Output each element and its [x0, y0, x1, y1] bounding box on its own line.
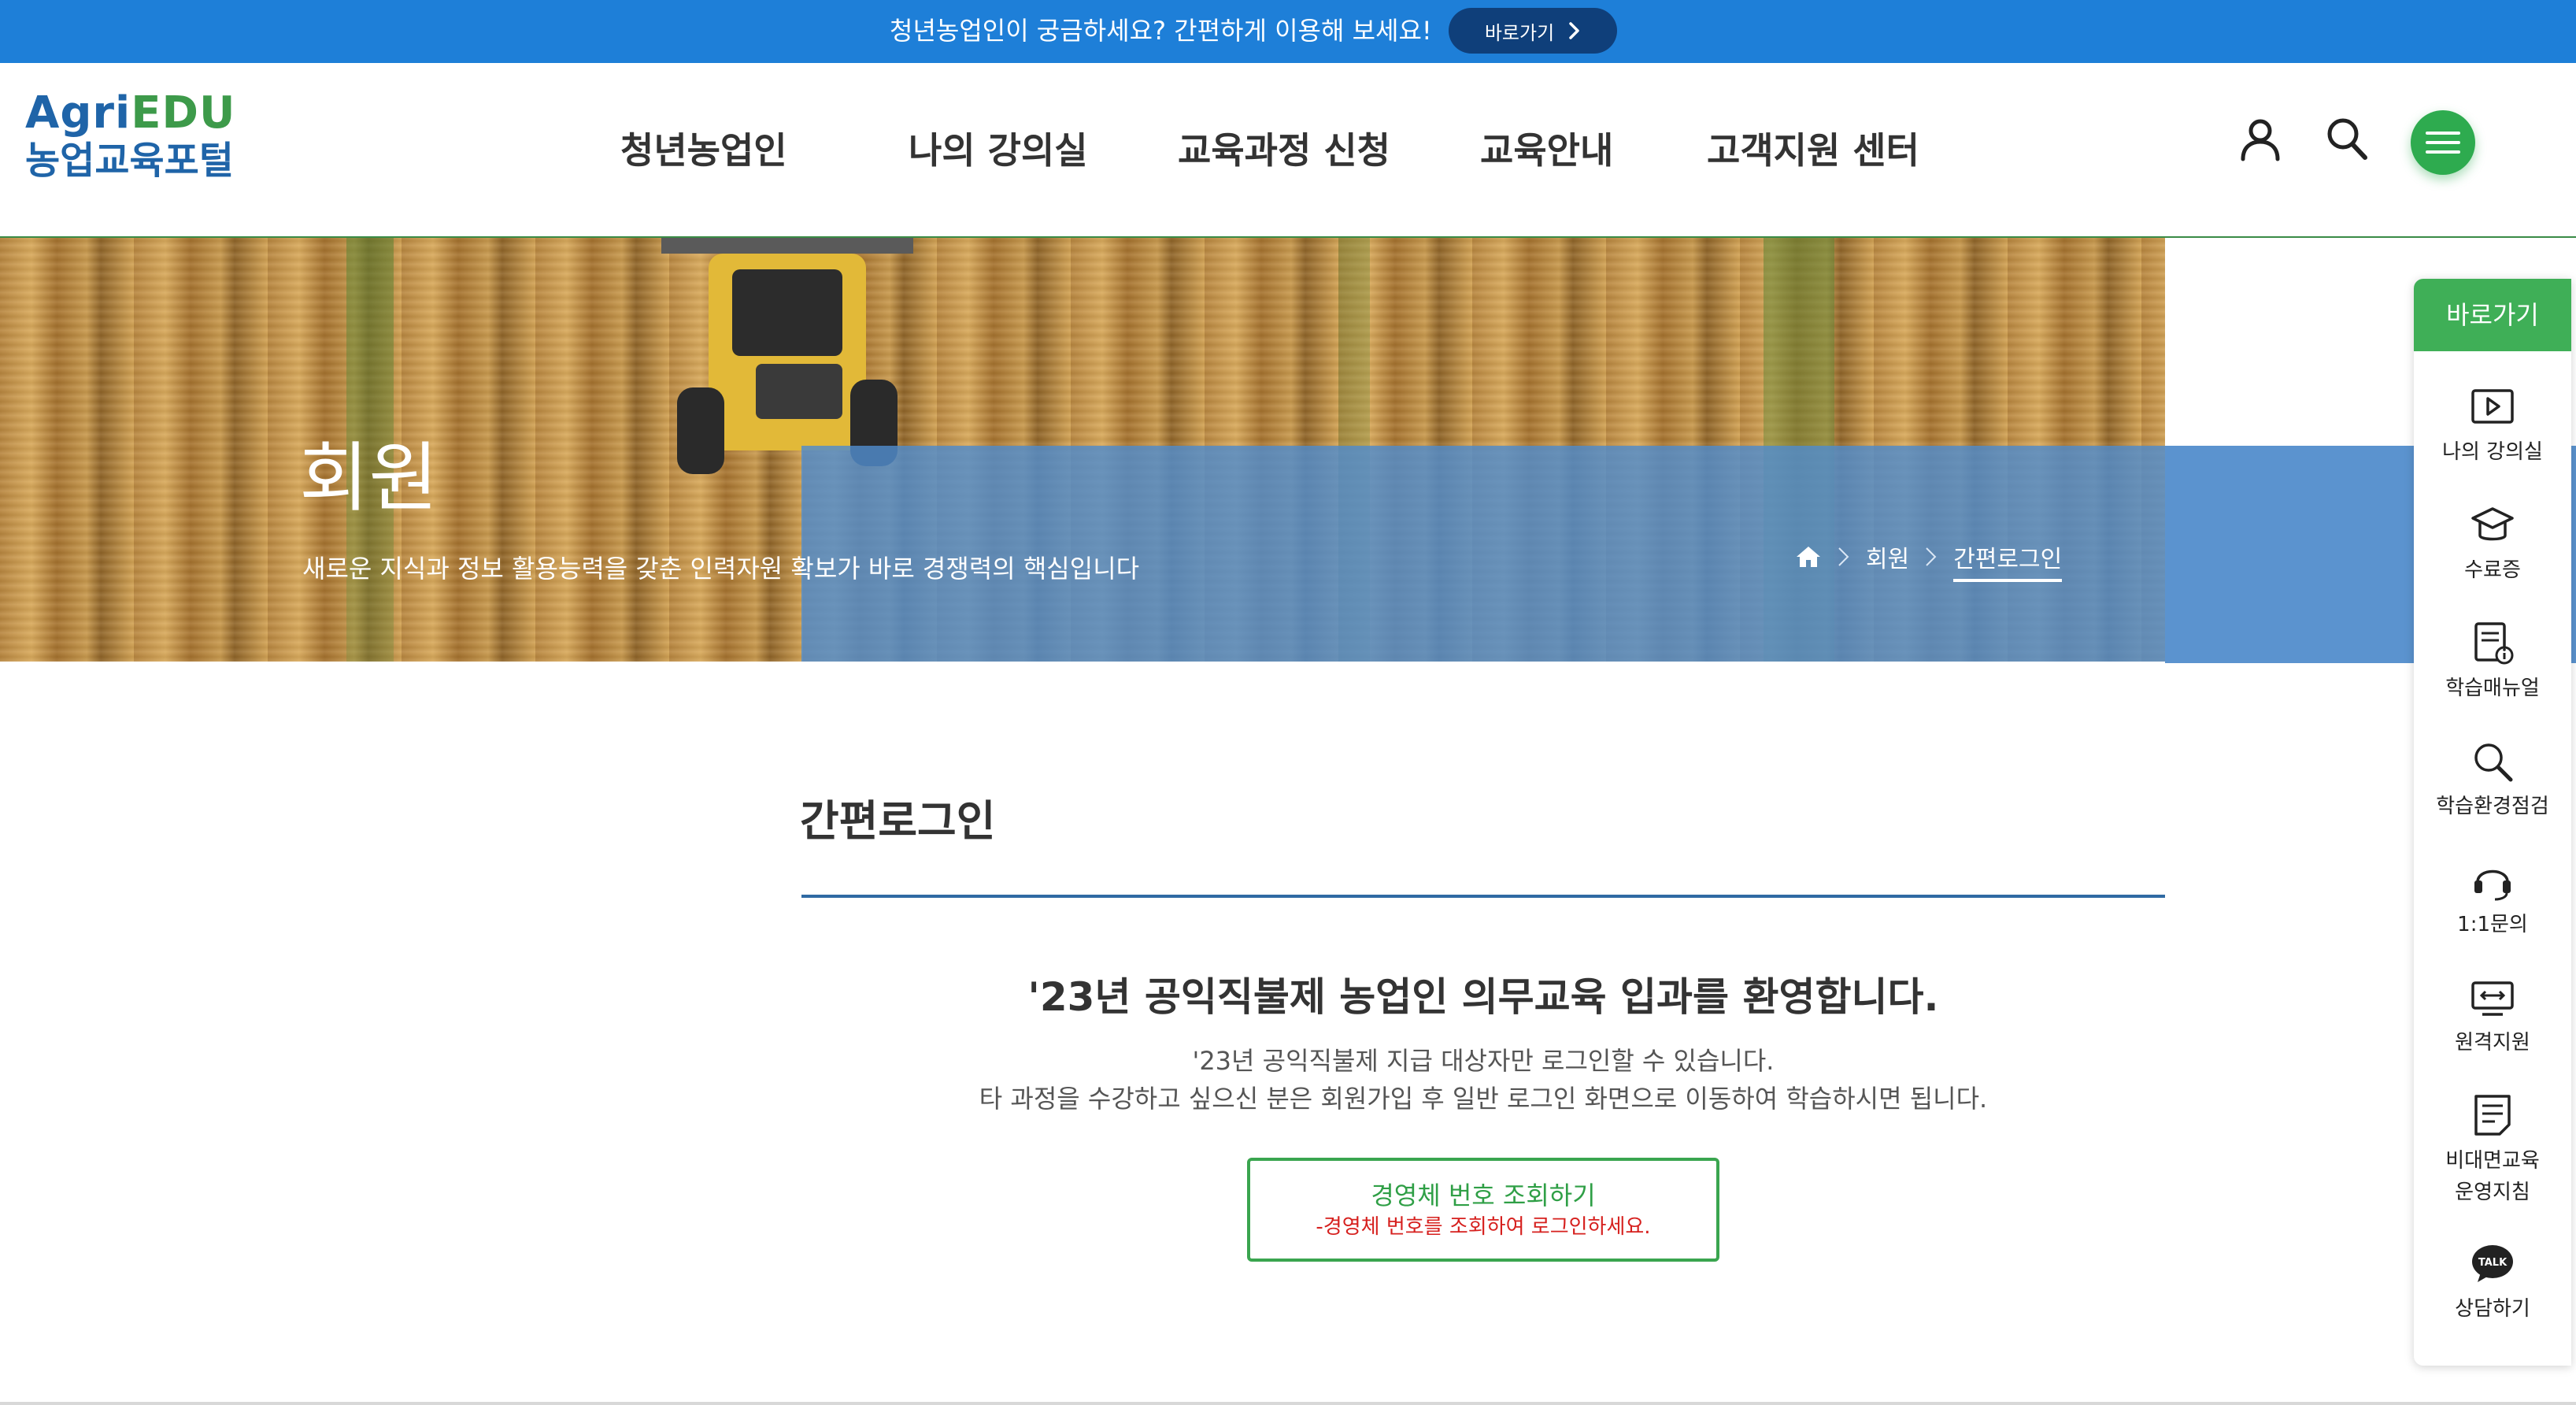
headset-icon	[2474, 869, 2511, 901]
hero-banner: 회원 새로운 지식과 정보 활용능력을 갖춘 인력자원 확보가 바로 경쟁력의 …	[0, 238, 2165, 662]
play-icon	[2471, 389, 2514, 424]
hamburger-menu-button[interactable]	[2411, 110, 2475, 175]
page-title: 회원	[299, 434, 439, 522]
svg-text:TALK: TALK	[2478, 1257, 2508, 1269]
nav-item-customer-center[interactable]: 고객지원 센터	[1707, 123, 1919, 178]
breadcrumb-member[interactable]: 회원	[1866, 539, 1909, 574]
quick-item-environment-check[interactable]: 학습환경점검	[2414, 739, 2571, 822]
nav-item-young-farmer[interactable]: 청년농업인	[620, 123, 787, 178]
search-icon[interactable]	[2322, 115, 2371, 164]
hero-subtitle: 새로운 지식과 정보 활용능력을 갖춘 인력자원 확보가 바로 경쟁력의 핵심입…	[302, 554, 1140, 584]
quick-item-inquiry[interactable]: 1:1문의	[2414, 857, 2571, 940]
site-header: AgriEDU 농업교육포털 청년농업인 나의 강의실 교육과정 신청 교육안내…	[0, 63, 2576, 238]
description-line-1: '23년 공익직불제 지급 대상자만 로그인할 수 있습니다.	[1192, 1046, 1775, 1076]
breadcrumb-separator-icon	[1838, 547, 1849, 566]
quick-menu-title: 바로가기	[2414, 279, 2571, 351]
manual-icon	[2474, 622, 2514, 665]
welcome-heading: '23년 공익직불제 농업인 의무교육 입과를 환영합니다.	[1027, 974, 1939, 1020]
breadcrumb-current[interactable]: 간편로그인	[1953, 539, 2063, 582]
quick-menu-panel: 바로가기 나의 강의실 수료증 학습매뉴얼 학습환경점검 1:1문의 원격지원 …	[2414, 279, 2571, 1366]
document-icon	[2474, 1095, 2511, 1136]
quick-item-remote-education-guide[interactable]: 비대면교육 운영지침	[2414, 1093, 2571, 1208]
top-banner: 청년농업인이 궁금하세요? 간편하게 이용해 보세요! 바로가기	[0, 0, 2576, 63]
hamburger-menu-icon	[2426, 132, 2460, 154]
quick-item-certificate[interactable]: 수료증	[2414, 502, 2571, 586]
nav-item-my-classroom[interactable]: 나의 강의실	[909, 123, 1088, 178]
top-banner-text: 청년농업인이 궁금하세요? 간편하게 이용해 보세요!	[890, 16, 1432, 46]
user-icon[interactable]	[2236, 115, 2285, 164]
graduation-cap-icon	[2471, 507, 2514, 541]
lookup-button-label: 경영체 번호 조회하기	[1371, 1181, 1596, 1210]
breadcrumb: 회원 간편로그인	[1795, 537, 2063, 582]
quick-item-study-manual[interactable]: 학습매뉴얼	[2414, 621, 2571, 704]
nav-item-course-application[interactable]: 교육과정 신청	[1178, 123, 1390, 178]
top-banner-button-label: 바로가기	[1484, 21, 1555, 44]
section-title: 간편로그인	[800, 796, 996, 846]
lookup-button-hint: -경영체 번호를 조회하여 로그인하세요.	[1316, 1215, 1651, 1239]
quick-item-my-classroom[interactable]: 나의 강의실	[2414, 384, 2571, 468]
home-icon[interactable]	[1795, 545, 1822, 569]
remote-monitor-icon	[2471, 981, 2514, 1016]
breadcrumb-separator-icon	[1926, 547, 1937, 566]
chevron-right-icon	[1569, 22, 1579, 39]
section-divider	[801, 895, 2165, 898]
top-banner-shortcut-button[interactable]: 바로가기	[1449, 8, 1617, 54]
nav-item-education-guide[interactable]: 교육안내	[1480, 123, 1613, 178]
description-line-2: 타 과정을 수강하고 싶으신 분은 회원가입 후 일반 로그인 화면으로 이동하…	[979, 1084, 1988, 1114]
quick-item-remote-support[interactable]: 원격지원	[2414, 975, 2571, 1058]
magnifier-icon	[2474, 743, 2513, 782]
kakao-talk-icon: TALK	[2472, 1245, 2513, 1282]
business-number-lookup-button[interactable]: 경영체 번호 조회하기 -경영체 번호를 조회하여 로그인하세요.	[1247, 1158, 1719, 1262]
quick-item-consultation[interactable]: TALK 상담하기	[2414, 1241, 2571, 1325]
main-navigation: 청년농업인 나의 강의실 교육과정 신청 교육안내 고객지원 센터	[0, 123, 2576, 178]
